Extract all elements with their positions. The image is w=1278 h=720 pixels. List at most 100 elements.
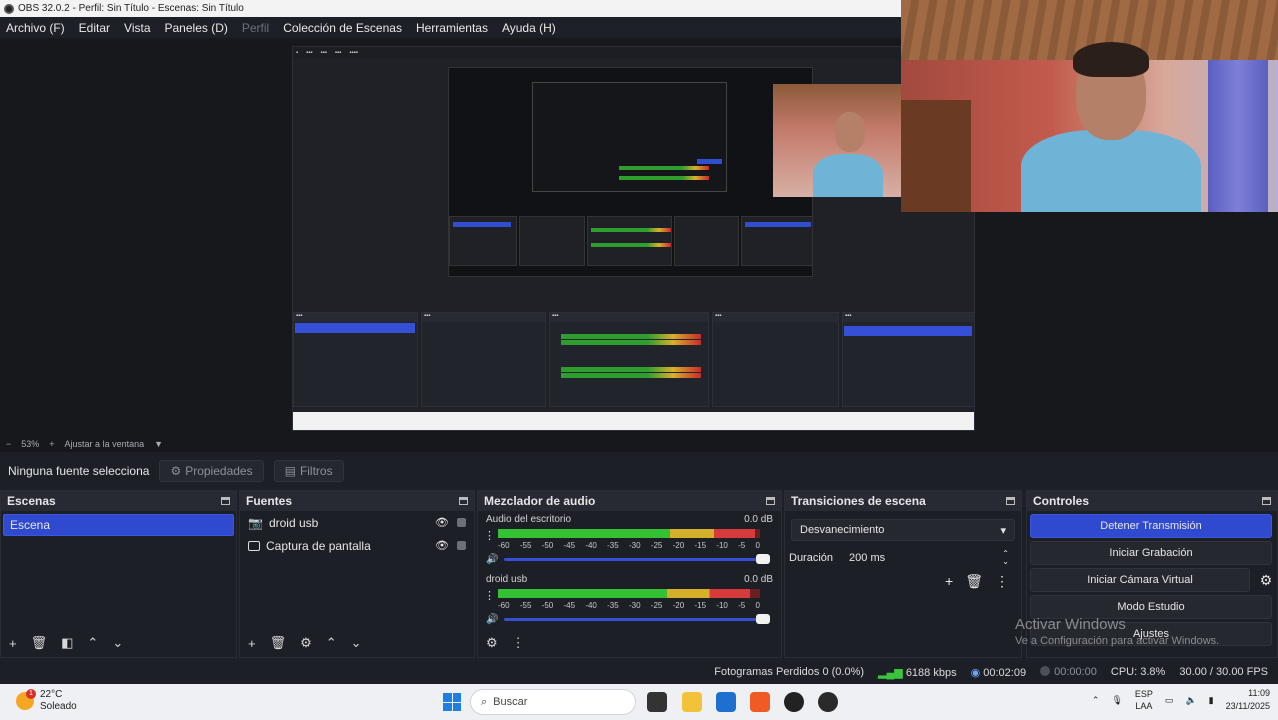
controls-header: Controles — [1027, 491, 1277, 511]
trash-icon[interactable]: 🗑 — [965, 573, 983, 590]
microphone-icon[interactable]: 🎙 — [1111, 695, 1122, 706]
arrow-up-icon[interactable]: ⌃ — [326, 635, 337, 651]
chevron-up-icon[interactable]: ⌃ — [1092, 695, 1100, 706]
more-icon[interactable]: ⋮ — [512, 635, 525, 651]
arrow-up-icon[interactable]: ⌃ — [87, 635, 98, 651]
stop-stream-button[interactable]: Detener Transmisión — [1030, 514, 1272, 538]
arrow-down-icon[interactable]: ⌄ — [112, 635, 123, 651]
volume-meter — [498, 589, 760, 599]
transitions-header: Transiciones de escena — [785, 491, 1021, 511]
menu-vista[interactable]: Vista — [124, 21, 150, 35]
recursive-capture-docks: ▪▪▪ ▪▪▪ ▪▪▪ ▪▪▪ ▪▪▪ — [293, 312, 974, 412]
lock-icon[interactable] — [457, 541, 466, 550]
sources-title: Fuentes — [246, 494, 293, 508]
gear-icon[interactable]: ⚙ — [486, 635, 498, 651]
undock-icon[interactable] — [459, 497, 468, 505]
undock-icon[interactable] — [1006, 497, 1015, 505]
undock-icon[interactable] — [1262, 497, 1271, 505]
start-virtual-camera-button[interactable]: Iniciar Cámara Virtual — [1030, 568, 1250, 592]
obs-active-icon[interactable] — [818, 692, 838, 712]
undock-icon[interactable] — [766, 497, 775, 505]
plus-icon[interactable]: + — [945, 573, 953, 590]
menu-coleccion-escenas[interactable]: Colección de Escenas — [283, 21, 402, 35]
record-time: 00:00:00 — [1054, 666, 1097, 678]
windows-start-icon[interactable] — [443, 693, 461, 711]
trash-icon[interactable]: 🗑 — [31, 635, 48, 651]
eye-icon[interactable]: 👁 — [435, 539, 449, 552]
arrow-down-icon[interactable]: ⌄ — [351, 635, 362, 651]
zoom-in-button[interactable]: + — [49, 439, 54, 449]
source-item[interactable]: 📷 droid usb 👁 — [240, 511, 474, 534]
zoom-dropdown-icon[interactable]: ▼ — [154, 439, 163, 449]
search-placeholder: Buscar — [493, 696, 528, 708]
zoom-out-button[interactable]: − — [6, 439, 11, 449]
channel-menu-icon[interactable]: ⋮ — [484, 531, 495, 542]
store-icon[interactable] — [716, 692, 736, 712]
channel-menu-icon[interactable]: ⋮ — [484, 591, 495, 602]
menu-paneles[interactable]: Paneles (D) — [165, 21, 228, 35]
speaker-icon[interactable]: 🔊 — [486, 554, 498, 565]
volume-slider-knob[interactable] — [756, 613, 770, 624]
mixer-title: Mezclador de audio — [484, 494, 596, 508]
network-icon[interactable]: ▭ — [1165, 695, 1174, 706]
clock[interactable]: 11:09 23/11/2025 — [1226, 687, 1270, 713]
transitions-dock: Transiciones de escena Desvanecimiento ▾… — [784, 490, 1022, 658]
recursive-webcam — [773, 84, 901, 197]
menu-ayuda[interactable]: Ayuda (H) — [502, 21, 556, 35]
more-icon[interactable]: ⋮ — [995, 573, 1009, 590]
audio-channel: Audio del escritorio 0.0 dB ⋮ -60 -55 -50-… — [478, 511, 781, 571]
spinner-icon[interactable]: ⌃ ⌄ — [1002, 550, 1009, 566]
filter-icon[interactable]: ◧ — [61, 635, 73, 651]
task-view-icon[interactable] — [647, 692, 667, 712]
weather-temp: 22°C — [40, 689, 63, 700]
lock-icon[interactable] — [457, 518, 466, 527]
start-recording-button[interactable]: Iniciar Grabación — [1030, 541, 1272, 565]
filters-button[interactable]: ▤ Filtros — [273, 460, 344, 482]
duration-input[interactable]: 200 ms ⌃ ⌄ — [845, 547, 1015, 569]
system-tray: ⌃ 🎙 ESP LAA ▭ 🔈 ▮ 11:09 23/11/2025 — [1092, 687, 1270, 713]
gear-icon[interactable]: ⚙ — [1255, 572, 1277, 589]
undock-icon[interactable] — [221, 497, 230, 505]
transitions-title: Transiciones de escena — [791, 494, 926, 508]
file-explorer-icon[interactable] — [682, 692, 702, 712]
trash-icon[interactable]: 🗑 — [270, 635, 287, 651]
plus-icon[interactable]: + — [248, 636, 256, 651]
plus-icon[interactable]: + — [9, 636, 17, 651]
clock-date: 23/11/2025 — [1225, 701, 1270, 711]
volume-slider[interactable] — [504, 553, 770, 564]
filters-label: Filtros — [299, 464, 333, 478]
meter-ticks: -60 -55 -50 -45 -40 -35 -30 -25 -20 -15 -10 -5 0 — [498, 601, 760, 610]
volume-icon[interactable]: 🔈 — [1185, 695, 1196, 706]
brave-browser-icon[interactable] — [750, 692, 770, 712]
source-item[interactable]: Captura de pantalla 👁 — [240, 534, 474, 557]
mixer-header: Mezclador de audio — [478, 491, 781, 511]
weather-widget[interactable]: 1 22°C Soleado — [16, 689, 77, 713]
gear-icon[interactable]: ⚙ — [300, 635, 312, 651]
cpu-usage: CPU: 3.8% — [1110, 666, 1166, 678]
taskbar-search[interactable]: ⌕ Buscar — [470, 689, 636, 715]
obs-taskbar-icon[interactable] — [784, 692, 804, 712]
properties-button[interactable]: ⚙ Propiedades — [159, 460, 264, 482]
volume-slider[interactable] — [504, 613, 770, 624]
weather-badge: 1 — [26, 689, 36, 699]
gear-icon: ⚙ — [170, 464, 182, 478]
scene-item[interactable]: Escena — [3, 514, 234, 536]
sources-header: Fuentes — [240, 491, 474, 511]
transition-actions: + 🗑 ⋮ — [785, 573, 1021, 590]
watermark-title: Activar Windows — [1015, 616, 1126, 633]
menu-editar[interactable]: Editar — [79, 21, 110, 35]
lang-code: ESP — [1134, 689, 1153, 699]
audio-mixer-dock: Mezclador de audio Audio del escritorio … — [477, 490, 782, 658]
eye-icon[interactable]: 👁 — [435, 516, 449, 529]
menu-herramientas[interactable]: Herramientas — [416, 21, 488, 35]
speaker-icon[interactable]: 🔊 — [486, 614, 498, 625]
channel-db: 0.0 dB — [744, 514, 773, 525]
battery-icon[interactable]: ▮ — [1209, 695, 1214, 706]
duration-row: Duración 200 ms ⌃ ⌄ — [789, 547, 1015, 569]
transition-select[interactable]: Desvanecimiento ▾ — [791, 519, 1015, 541]
sun-icon: 1 — [16, 689, 36, 710]
volume-slider-knob[interactable] — [756, 553, 770, 564]
language-indicator[interactable]: ESP LAA — [1135, 688, 1153, 712]
windows-activation-watermark: Activar Windows Ve a Configuración para … — [1015, 616, 1219, 647]
menu-archivo[interactable]: Archivo (F) — [6, 21, 65, 35]
